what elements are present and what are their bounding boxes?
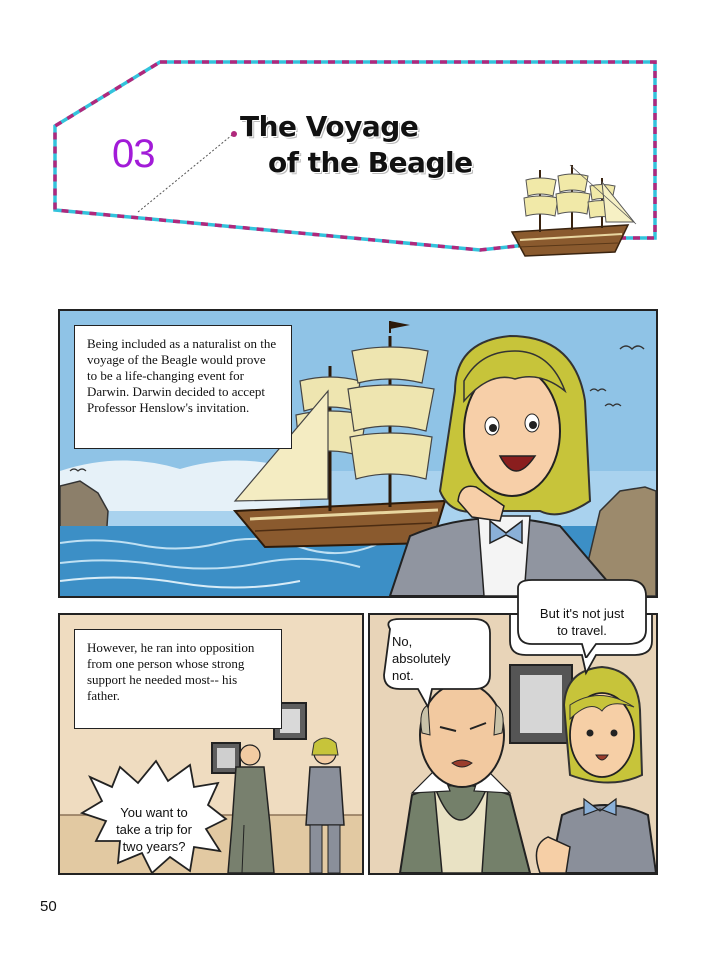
- panel-2-caption: However, he ran into opposition from one…: [74, 629, 282, 729]
- chapter-title-line-1: The Voyage: [240, 110, 419, 143]
- comic-panel-1: Being included as a naturalist on the vo…: [58, 309, 658, 598]
- panel-1-caption-text: Being included as a naturalist on the vo…: [87, 336, 277, 415]
- panel-3-father-bubble-text: No, absolutely not.: [392, 634, 451, 683]
- panel-1-caption: Being included as a naturalist on the vo…: [74, 325, 292, 449]
- panel-2-bubble-text: You want to take a trip for two years?: [116, 805, 192, 854]
- comic-panel-2: However, he ran into opposition from one…: [58, 613, 364, 875]
- chapter-number: 03: [112, 132, 156, 176]
- panel-2-caption-text: However, he ran into opposition from one…: [87, 640, 255, 703]
- chapter-header-frame: [53, 60, 657, 257]
- panel-3-darwin-bubble-text: But it's not just to travel.: [539, 606, 625, 638]
- page-number: 50: [40, 898, 57, 915]
- chapter-title-line-2: of the Beagle: [268, 146, 473, 179]
